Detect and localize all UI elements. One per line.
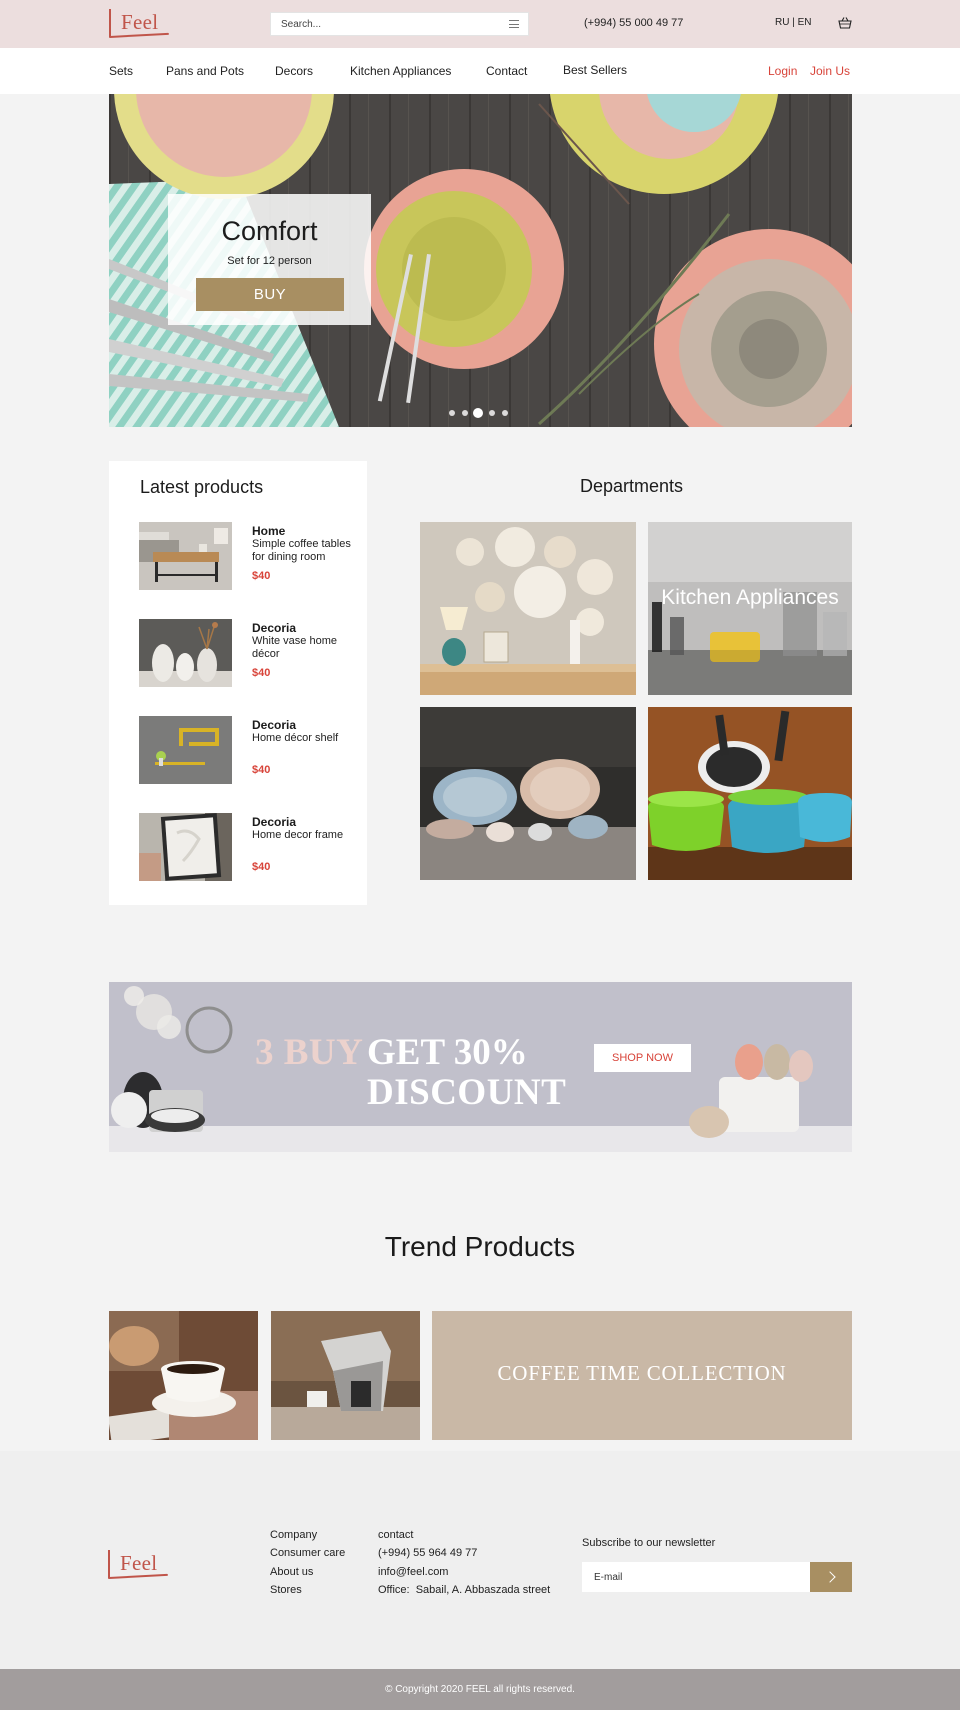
product-item[interactable]: Decoria White vase home décor $40 xyxy=(139,619,349,691)
department-decor[interactable] xyxy=(420,522,636,695)
shop-now-button[interactable]: SHOP NOW xyxy=(594,1044,691,1072)
newsletter-label: Subscribe to our newsletter xyxy=(582,1537,716,1549)
logo-text: Feel xyxy=(121,10,159,34)
product-name: Decoria xyxy=(252,621,297,635)
hero-slider: Comfort Set for 12 person BUY xyxy=(109,94,852,427)
basket-icon[interactable] xyxy=(838,16,852,30)
department-sets[interactable] xyxy=(420,707,636,880)
top-bar: Feel (+994) 55 000 49 77 RU | EN xyxy=(0,0,960,48)
nav-item-sets[interactable]: Sets xyxy=(109,64,133,78)
product-name: Decoria xyxy=(252,718,297,732)
trend-products-title: Trend Products xyxy=(384,1231,576,1262)
newsletter-submit-button[interactable] xyxy=(810,1562,852,1592)
footer-contact-office: Office: Sabail, A. Abbaszada street xyxy=(378,1583,551,1596)
join-link[interactable]: Join Us xyxy=(810,64,850,78)
latest-products: Latest products Home Simple coffee table… xyxy=(109,461,367,905)
nav-item-pans-and-pots[interactable]: Pans and Pots xyxy=(166,64,244,78)
department-image-pans-and-pots xyxy=(648,707,852,880)
copyright-bar: © Copyright 2020 FEEL all rights reserve… xyxy=(0,1669,960,1710)
main-nav: Sets Pans and Pots Decors Kitchen Applia… xyxy=(0,48,960,94)
product-image-shelf xyxy=(139,716,232,784)
product-price: $40 xyxy=(252,570,271,582)
footer-contact-heading: contact xyxy=(378,1529,414,1541)
departments-title: Departments xyxy=(580,476,684,496)
footer-logo[interactable]: Feel xyxy=(107,1545,172,1585)
nav-item-decors[interactable]: Decors xyxy=(275,64,313,78)
hero-subtitle: Set for 12 person xyxy=(227,255,312,267)
product-name: Home xyxy=(252,524,286,538)
nav-item-best-sellers[interactable]: Best Sellers xyxy=(563,63,627,77)
product-price: $40 xyxy=(252,861,271,873)
trend-product-coffee-cup[interactable] xyxy=(109,1311,258,1440)
buy-button[interactable]: BUY xyxy=(196,278,344,311)
product-image-white-vase xyxy=(139,619,232,687)
search-input[interactable] xyxy=(271,13,481,35)
product-item[interactable]: Home Simple coffee tables for dining roo… xyxy=(139,522,351,594)
slider-dot[interactable] xyxy=(462,410,468,416)
header-phone: (+994) 55 000 49 77 xyxy=(584,17,684,29)
language-switcher[interactable]: RU | EN xyxy=(775,17,812,28)
footer-link-stores[interactable]: Stores xyxy=(270,1581,345,1599)
logo-text: Feel xyxy=(120,1551,158,1575)
product-price: $40 xyxy=(252,667,271,679)
nav-item-kitchen-appliances[interactable]: Kitchen Appliances xyxy=(350,64,451,78)
search-box xyxy=(270,12,529,36)
latest-products-title: Latest products xyxy=(140,477,264,497)
product-description: Home decor frame xyxy=(252,829,344,841)
newsletter-email-input[interactable] xyxy=(582,1562,810,1592)
product-price: $40 xyxy=(252,764,271,776)
banner-text-discount: DISCOUNT xyxy=(367,1072,567,1113)
product-description: White vase home décor xyxy=(252,635,337,660)
coffee-collection-card[interactable]: COFFEE TIME COLLECTION xyxy=(432,1311,852,1440)
department-image-sets xyxy=(420,707,636,880)
department-pans-and-pots[interactable] xyxy=(648,707,852,880)
logo-mark xyxy=(109,9,111,37)
footer: Feel Company Consumer care About us Stor… xyxy=(0,1451,960,1669)
slider-dot[interactable] xyxy=(449,410,455,416)
footer-link-about-us[interactable]: About us xyxy=(270,1563,345,1581)
banner-text-3buy: 3 BUY xyxy=(255,1032,364,1073)
coffee-collection-title: COFFEE TIME COLLECTION xyxy=(497,1361,787,1385)
product-item[interactable]: Decoria Home décor shelf $40 xyxy=(139,716,349,788)
footer-link-company[interactable]: Company xyxy=(270,1526,345,1544)
arrow-right-icon xyxy=(824,1571,836,1583)
product-description: Simple coffee tables for dining room xyxy=(252,538,351,563)
product-name: Decoria xyxy=(252,815,297,829)
footer-links: Company Consumer care About us Stores xyxy=(270,1526,345,1599)
department-label: Kitchen Appliances xyxy=(661,586,839,609)
menu-icon[interactable] xyxy=(509,20,519,28)
department-kitchen-appliances[interactable]: Kitchen Appliances xyxy=(648,522,852,695)
product-image-coffee-table xyxy=(139,522,232,590)
trend-product-coffee-machine[interactable] xyxy=(271,1311,420,1440)
discount-banner: 3 BUY GET 30% DISCOUNT SHOP NOW xyxy=(109,982,852,1152)
department-image-decor xyxy=(420,522,636,695)
product-image-frame xyxy=(139,813,232,881)
banner-text-get: GET 30% xyxy=(367,1032,528,1073)
hero-title: Comfort xyxy=(221,216,318,246)
hero-card: Comfort Set for 12 person BUY xyxy=(168,194,371,325)
logo[interactable]: Feel xyxy=(108,4,173,44)
slider-dot[interactable] xyxy=(502,410,508,416)
product-item[interactable]: Decoria Home decor frame $40 xyxy=(139,813,349,885)
login-link[interactable]: Login xyxy=(768,64,797,78)
slider-dot[interactable] xyxy=(489,410,495,416)
nav-item-contact[interactable]: Contact xyxy=(486,64,527,78)
footer-link-consumer-care[interactable]: Consumer care xyxy=(270,1544,345,1562)
footer-contact-email[interactable]: info@feel.com xyxy=(378,1563,550,1581)
footer-contact-phone[interactable]: (+994) 55 964 49 77 xyxy=(378,1544,550,1562)
slider-dot-active[interactable] xyxy=(473,408,483,418)
product-description: Home décor shelf xyxy=(252,732,339,744)
footer-contact: contact (+994) 55 964 49 77 info@feel.co… xyxy=(378,1526,550,1599)
logo-mark xyxy=(108,1550,110,1578)
